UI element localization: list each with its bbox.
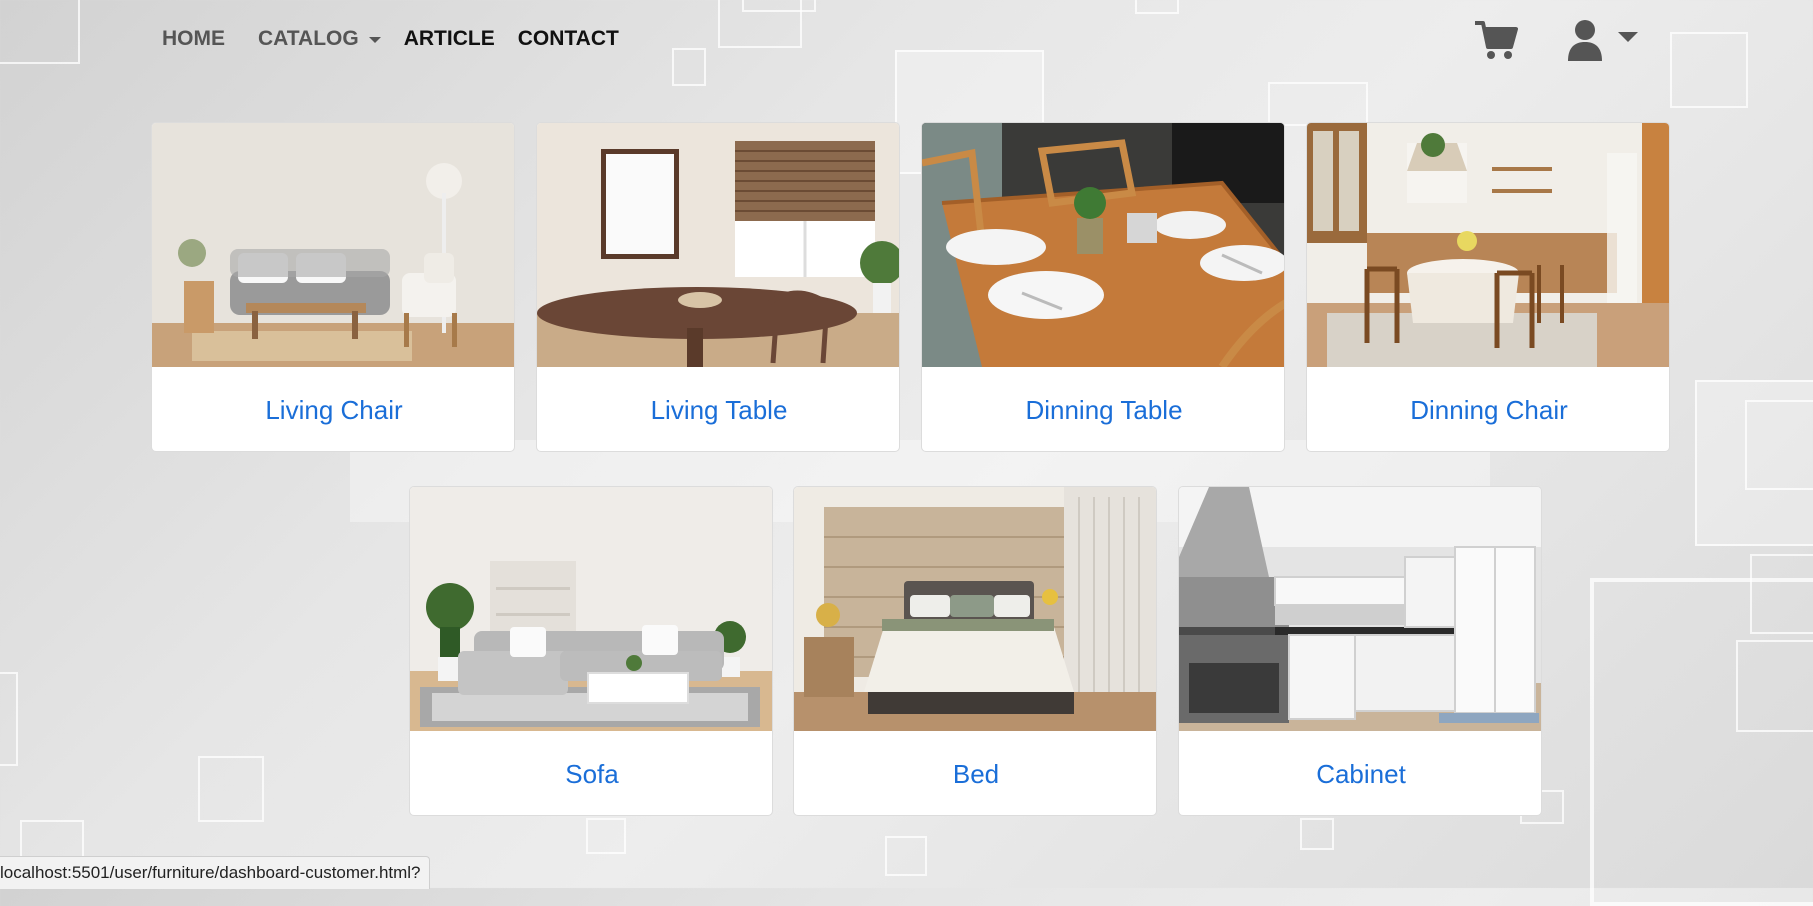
product-card-dinning-table[interactable]: Dinning Table bbox=[921, 122, 1285, 452]
living-room-scene-image bbox=[152, 123, 514, 367]
product-card-sofa[interactable]: Sofa bbox=[409, 486, 773, 816]
product-card-living-chair[interactable]: Living Chair bbox=[151, 122, 515, 452]
product-title[interactable]: Cabinet bbox=[1179, 731, 1541, 815]
product-card-cabinet[interactable]: Cabinet bbox=[1178, 486, 1542, 816]
product-card-living-table[interactable]: Living Table bbox=[536, 122, 900, 452]
product-title[interactable]: Living Chair bbox=[152, 367, 514, 451]
product-title[interactable]: Sofa bbox=[410, 731, 772, 815]
product-title[interactable]: Dinning Chair bbox=[1307, 367, 1669, 451]
bedroom-scene-image bbox=[794, 487, 1156, 731]
sofa-room-scene-image bbox=[410, 487, 772, 731]
product-title[interactable]: Living Table bbox=[537, 367, 899, 451]
kitchen-dining-scene-image bbox=[1307, 123, 1669, 367]
product-title[interactable]: Bed bbox=[794, 731, 1156, 815]
white-kitchen-scene-image bbox=[1179, 487, 1541, 731]
product-card-bed[interactable]: Bed bbox=[793, 486, 1157, 816]
wooden-dining-table-scene-image bbox=[922, 123, 1284, 367]
product-card-dinning-chair[interactable]: Dinning Chair bbox=[1306, 122, 1670, 452]
round-table-scene-image bbox=[537, 123, 899, 367]
product-title[interactable]: Dinning Table bbox=[922, 367, 1284, 451]
product-grid: Living Chair Living Table Dinning Table … bbox=[0, 0, 1813, 888]
browser-status-bar: localhost:5501/user/furniture/dashboard-… bbox=[0, 856, 430, 889]
